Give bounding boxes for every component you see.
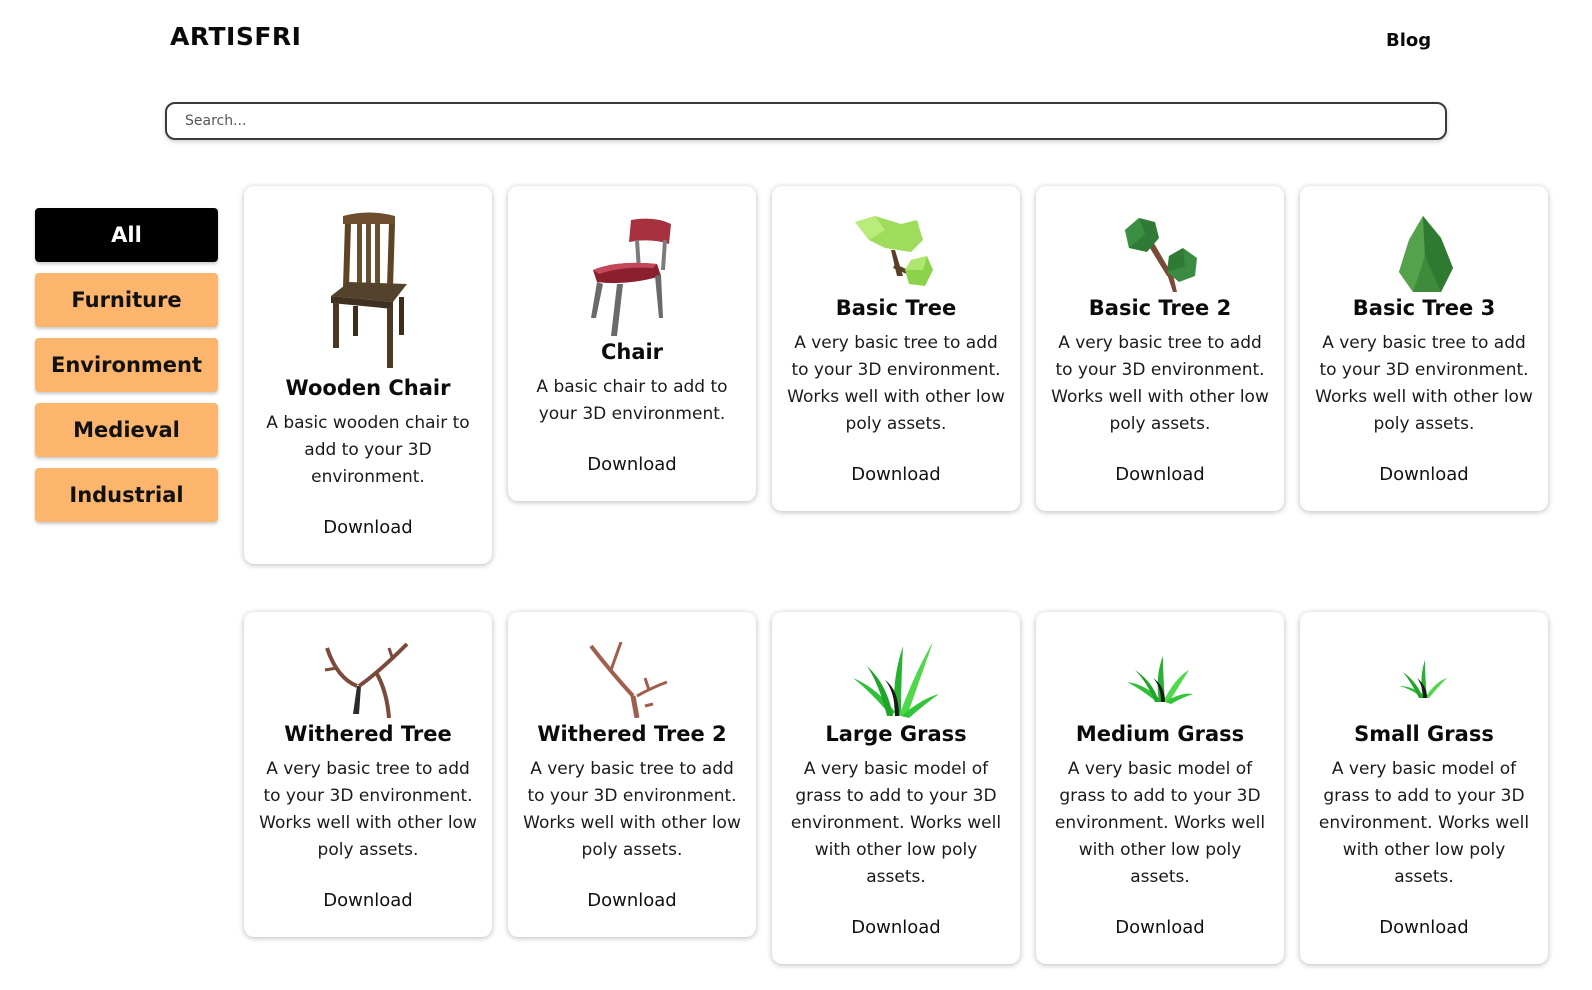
large-grass-icon (853, 642, 939, 718)
basic-tree-3-icon (1399, 216, 1453, 292)
download-link[interactable]: Download (258, 890, 478, 911)
category-all-button[interactable]: All (35, 208, 218, 262)
search-input[interactable] (167, 104, 1445, 138)
download-link[interactable]: Download (258, 517, 478, 538)
asset-description: A very basic tree to add to your 3D envi… (1315, 333, 1533, 434)
asset-title: Withered Tree 2 (537, 722, 727, 746)
asset-description: A very basic tree to add to your 3D envi… (1051, 333, 1269, 434)
asset-title: Large Grass (825, 722, 967, 746)
asset-description: A very basic tree to add to your 3D envi… (259, 759, 477, 860)
download-link[interactable]: Download (786, 917, 1006, 938)
asset-description: A basic wooden chair to add to your 3D e… (266, 413, 470, 487)
asset-card-large-grass[interactable]: Large Grass A very basic model of grass … (772, 612, 1020, 964)
asset-description: A very basic model of grass to add to yo… (1054, 759, 1266, 887)
withered-tree-icon (324, 642, 409, 718)
asset-card-medium-grass[interactable]: Medium Grass A very basic model of grass… (1036, 612, 1284, 964)
basic-tree-icon (855, 216, 933, 286)
download-link[interactable]: Download (1314, 464, 1534, 485)
download-link[interactable]: Download (1050, 464, 1270, 485)
asset-card-wooden-chair[interactable]: Wooden Chair A basic wooden chair to add… (244, 186, 492, 564)
medium-grass-icon (1127, 656, 1193, 704)
asset-card-basic-tree-3[interactable]: Basic Tree 3 A very basic tree to add to… (1300, 186, 1548, 511)
category-medieval-button[interactable]: Medieval (35, 403, 218, 457)
download-link[interactable]: Download (786, 464, 1006, 485)
asset-title: Withered Tree (284, 722, 452, 746)
asset-card-basic-tree-2[interactable]: Basic Tree 2 A very basic tree to add to… (1036, 186, 1284, 511)
asset-title: Basic Tree 3 (1352, 296, 1496, 320)
download-link[interactable]: Download (1050, 917, 1270, 938)
wooden-chair-icon (331, 212, 407, 368)
asset-title: Chair (600, 340, 664, 364)
asset-card-withered-tree[interactable]: Withered Tree A very basic tree to add t… (244, 612, 492, 937)
basic-tree-2-icon (1125, 218, 1197, 292)
asset-title: Medium Grass (1075, 722, 1245, 746)
asset-title: Basic Tree 2 (1088, 296, 1232, 320)
asset-description: A very basic model of grass to add to yo… (1318, 759, 1530, 887)
nav-blog-link[interactable]: Blog (1386, 30, 1431, 51)
asset-description: A basic chair to add to your 3D environm… (536, 377, 728, 424)
category-environment-button[interactable]: Environment (35, 338, 218, 392)
asset-title: Small Grass (1354, 722, 1494, 746)
withered-tree-2-icon (589, 642, 668, 718)
asset-card-small-grass[interactable]: Small Grass A very basic model of grass … (1300, 612, 1548, 964)
asset-title: Basic Tree (835, 296, 957, 320)
category-industrial-button[interactable]: Industrial (35, 468, 218, 522)
site-logo[interactable]: ARTISFRI (170, 22, 301, 51)
asset-card-chair[interactable]: Chair A basic chair to add to your 3D en… (508, 186, 756, 501)
download-link[interactable]: Download (522, 890, 742, 911)
small-grass-icon (1399, 660, 1447, 698)
asset-title: Wooden Chair (285, 376, 451, 400)
category-sidebar: All Furniture Environment Medieval Indus… (35, 208, 218, 533)
asset-description: A very basic tree to add to your 3D envi… (523, 759, 741, 860)
search-bar (165, 102, 1447, 140)
download-link[interactable]: Download (1314, 917, 1534, 938)
asset-card-withered-tree-2[interactable]: Withered Tree 2 A very basic tree to add… (508, 612, 756, 937)
asset-card-basic-tree[interactable]: Basic Tree A very basic tree to add to y… (772, 186, 1020, 511)
category-furniture-button[interactable]: Furniture (35, 273, 218, 327)
download-link[interactable]: Download (522, 454, 742, 475)
asset-description: A very basic tree to add to your 3D envi… (787, 333, 1005, 434)
chair-icon (591, 218, 671, 336)
asset-description: A very basic model of grass to add to yo… (790, 759, 1002, 887)
